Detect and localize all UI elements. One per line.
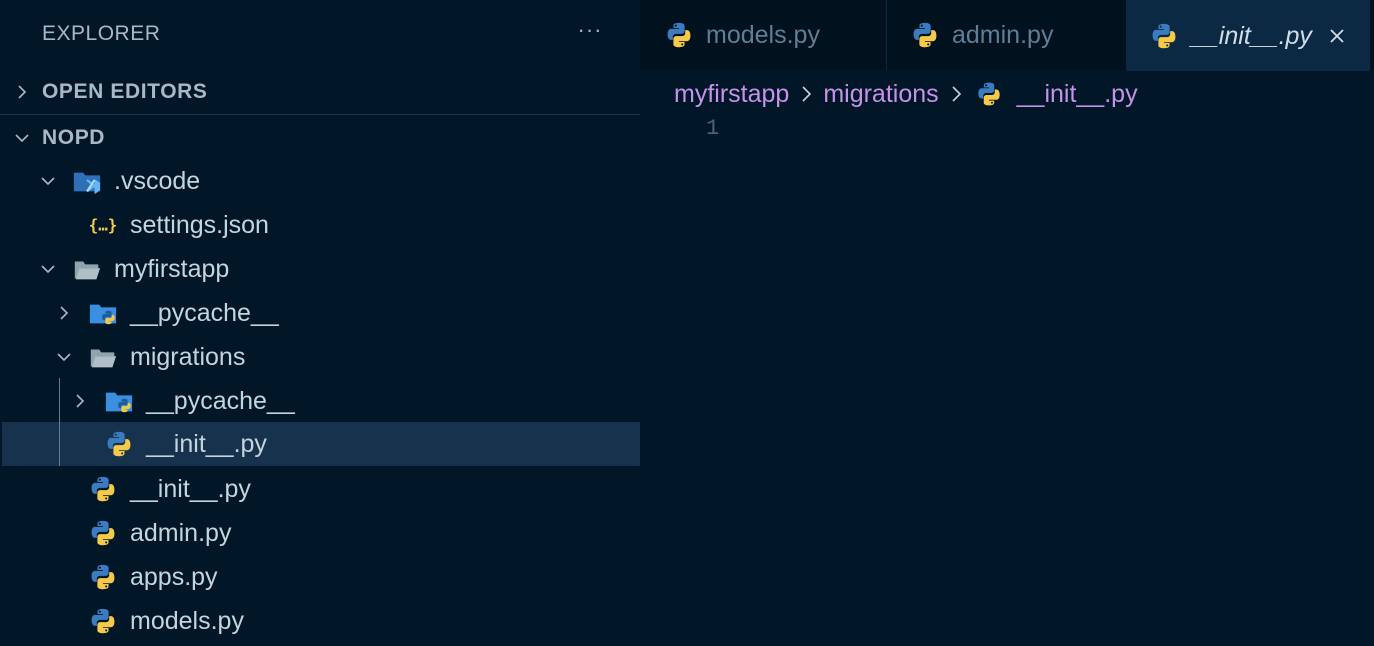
python-file-icon <box>1149 21 1179 51</box>
chevron-right-icon <box>54 303 74 323</box>
open-editors-section[interactable]: OPEN EDITORS <box>0 70 640 114</box>
tree-item-migrations-pycache-folder[interactable]: __pycache__ <box>0 379 640 423</box>
tree-item-settings-json[interactable]: settings.json <box>0 203 640 247</box>
chevron-down-icon <box>38 171 58 191</box>
chevron-right-icon <box>795 83 817 105</box>
tab-label: admin.py <box>952 20 1054 49</box>
folder-open-icon <box>72 254 102 284</box>
breadcrumb-item-file[interactable]: __init__.py <box>1017 80 1138 109</box>
more-actions-button[interactable]: ··· <box>574 14 606 46</box>
tree-item-label: __init__.py <box>146 429 267 458</box>
open-editors-label: OPEN EDITORS <box>42 80 208 103</box>
folder-open-icon <box>88 342 118 372</box>
tab-bar: models.py admin.py __init__.py <box>640 0 1374 71</box>
chevron-down-icon <box>12 128 32 148</box>
tree-item-apps-py[interactable]: apps.py <box>0 555 640 599</box>
workspace-root-label: NOPD <box>42 126 106 149</box>
indent-guide <box>59 378 60 466</box>
workspace-root-section[interactable]: NOPD <box>0 116 640 160</box>
explorer-title: EXPLORER <box>42 22 161 45</box>
python-file-icon <box>664 20 694 50</box>
tree-item-init-py[interactable]: __init__.py <box>0 467 640 511</box>
chevron-right-icon <box>70 391 90 411</box>
json-file-icon <box>88 210 118 240</box>
tab-label: models.py <box>706 20 820 49</box>
tree-item-myfirstapp-folder[interactable]: myfirstapp <box>0 247 640 291</box>
tree-item-label: __pycache__ <box>146 386 295 415</box>
breadcrumb-item-myfirstapp[interactable]: myfirstapp <box>674 80 789 109</box>
chevron-right-icon <box>12 82 32 102</box>
python-file-icon <box>975 80 1003 108</box>
chevron-right-icon <box>945 83 967 105</box>
tree-item-label: __init__.py <box>130 474 251 503</box>
chevron-down-icon <box>54 347 74 367</box>
tab-init-py[interactable]: __init__.py <box>1127 0 1370 71</box>
tree-item-label: migrations <box>130 342 246 371</box>
tree-item-label: apps.py <box>130 562 218 591</box>
line-number: 1 <box>706 116 720 141</box>
python-file-icon <box>88 606 118 636</box>
tree-item-migrations-init-py[interactable]: __init__.py <box>2 422 640 466</box>
editor-area: models.py admin.py __init__.py myfirstap… <box>640 0 1374 646</box>
python-file-icon <box>88 562 118 592</box>
breadcrumb-item-migrations[interactable]: migrations <box>823 80 938 109</box>
tab-label: __init__.py <box>1191 21 1312 50</box>
tree-item-migrations-folder[interactable]: migrations <box>0 335 640 379</box>
tree-item-label: myfirstapp <box>114 254 230 283</box>
vscode-folder-icon <box>72 166 102 196</box>
tree-item-pycache-folder[interactable]: __pycache__ <box>0 291 640 335</box>
tree-item-label: __pycache__ <box>130 298 279 327</box>
breadcrumb: myfirstapp migrations __init__.py <box>674 74 1138 114</box>
section-divider <box>0 114 640 115</box>
tree-item-label: settings.json <box>130 210 269 239</box>
python-file-icon <box>104 429 134 459</box>
python-file-icon <box>88 474 118 504</box>
tree-item-models-py[interactable]: models.py <box>0 599 640 643</box>
tab-admin-py[interactable]: admin.py <box>887 0 1127 70</box>
tree-item-admin-py[interactable]: admin.py <box>0 511 640 555</box>
python-file-icon <box>910 20 940 50</box>
python-folder-icon <box>88 298 118 328</box>
tree-item-label: models.py <box>130 606 244 635</box>
explorer-sidebar: EXPLORER ··· OPEN EDITORS NOPD .vscode s… <box>0 0 640 646</box>
tab-models-py[interactable]: models.py <box>640 0 887 70</box>
python-file-icon <box>88 518 118 548</box>
python-folder-icon <box>104 386 134 416</box>
tree-item-label: admin.py <box>130 518 232 547</box>
tree-item-label: .vscode <box>114 166 201 195</box>
close-icon[interactable] <box>1326 25 1348 47</box>
chevron-down-icon <box>38 259 58 279</box>
tree-item-vscode-folder[interactable]: .vscode <box>0 159 640 203</box>
